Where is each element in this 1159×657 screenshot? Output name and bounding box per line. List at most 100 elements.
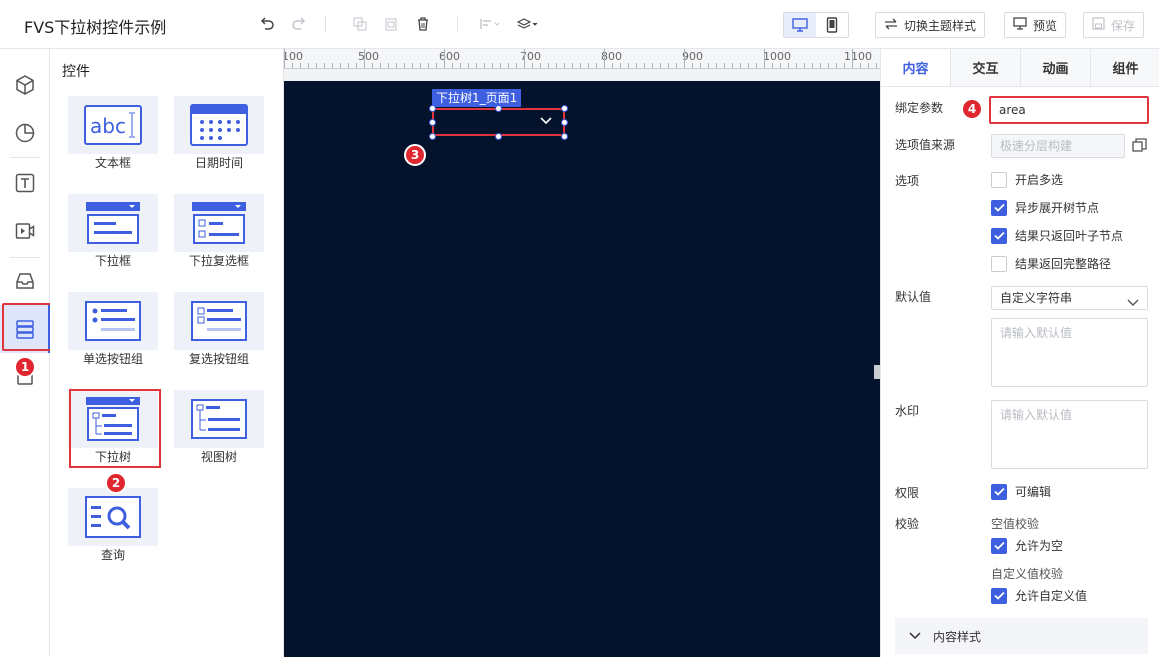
device-toggle xyxy=(783,12,849,38)
properties-panel: 内容 交互 动画 组件 绑定参数 area 选项值来源 极速分层构建 选项 开启… xyxy=(880,49,1159,657)
resize-handle[interactable] xyxy=(429,133,436,140)
resize-handle[interactable] xyxy=(429,119,436,126)
default-value-textarea[interactable]: 请输入默认值 xyxy=(991,318,1148,387)
option-async-expand[interactable]: 异步展开树节点 xyxy=(991,199,1099,216)
ruler-tick xyxy=(668,63,669,68)
control-dropdown-checkbox[interactable]: 下拉复选框 xyxy=(174,194,264,278)
copy-icon[interactable] xyxy=(350,14,370,34)
ruler-tick xyxy=(468,63,469,68)
ruler-tick xyxy=(860,63,861,68)
resize-handle[interactable] xyxy=(429,105,436,112)
ruler-tick xyxy=(828,63,829,68)
validation-label: 校验 xyxy=(895,517,920,531)
pie-chart-icon[interactable] xyxy=(0,109,50,157)
dropdown-tree-component[interactable] xyxy=(432,108,565,136)
watermark-label: 水印 xyxy=(895,404,920,418)
align-icon[interactable] xyxy=(478,14,502,34)
checkbox-checked[interactable] xyxy=(991,537,1007,554)
ruler-tick xyxy=(308,63,309,68)
bind-param-input[interactable]: area xyxy=(989,96,1149,124)
tab-interaction[interactable]: 交互 xyxy=(951,49,1021,86)
checkbox-checked[interactable] xyxy=(991,227,1007,244)
ruler-tick xyxy=(700,63,701,68)
tab-animation[interactable]: 动画 xyxy=(1021,49,1091,86)
option-leaf-only[interactable]: 结果只返回叶子节点 xyxy=(991,227,1123,244)
checkbox-checked[interactable] xyxy=(991,483,1007,500)
control-datetime[interactable]: 日期时间 xyxy=(174,96,264,180)
ruler-tick xyxy=(564,63,565,68)
step-badge-2: 2 xyxy=(105,472,127,494)
option-source-input[interactable]: 极速分层构建 xyxy=(991,134,1125,158)
content-style-section[interactable]: 内容样式 xyxy=(895,618,1148,654)
control-query[interactable]: 查询 xyxy=(68,488,158,572)
desktop-icon[interactable] xyxy=(784,13,816,37)
resize-handle[interactable] xyxy=(561,105,568,112)
ruler-tick xyxy=(428,63,429,68)
allow-empty[interactable]: 允许为空 xyxy=(991,537,1063,554)
ruler-tick xyxy=(740,63,741,68)
ruler-tick xyxy=(836,63,837,68)
tab-component[interactable]: 组件 xyxy=(1091,49,1159,86)
ruler-tick xyxy=(404,63,405,68)
ruler-tick xyxy=(420,63,421,68)
ruler-tick xyxy=(692,63,693,68)
monitor-icon xyxy=(1013,17,1027,33)
text-icon[interactable] xyxy=(0,159,50,207)
watermark-textarea[interactable]: 请输入默认值 xyxy=(991,400,1148,469)
inbox-icon[interactable] xyxy=(0,257,50,305)
control-dropdown[interactable]: 下拉框 xyxy=(68,194,158,278)
ruler-tick xyxy=(460,63,461,68)
resize-handle[interactable] xyxy=(495,133,502,140)
ruler-tick xyxy=(492,63,493,68)
save-icon xyxy=(1092,17,1105,33)
trash-icon[interactable] xyxy=(413,14,433,34)
ruler-tick xyxy=(868,63,869,68)
ruler-tick xyxy=(572,63,573,68)
control-radio-group[interactable]: 单选按钮组 xyxy=(68,292,158,376)
ruler-tick xyxy=(732,63,733,68)
switch-theme-button[interactable]: 切换主题样式 xyxy=(875,12,986,38)
ruler-tick xyxy=(628,63,629,68)
default-type-select[interactable]: 自定义字符串 xyxy=(991,286,1148,310)
save-button[interactable]: 保存 xyxy=(1083,12,1145,38)
ruler-tick xyxy=(636,63,637,68)
checkbox[interactable] xyxy=(991,255,1007,272)
ruler-tick xyxy=(660,63,661,68)
ruler-tick xyxy=(340,63,341,68)
ruler-tick xyxy=(748,63,749,68)
copy-icon[interactable] xyxy=(1132,138,1147,156)
cube-icon[interactable] xyxy=(0,61,50,109)
option-full-path[interactable]: 结果返回完整路径 xyxy=(991,255,1111,272)
resize-handle[interactable] xyxy=(561,119,568,126)
design-canvas[interactable] xyxy=(284,81,880,657)
resize-handle[interactable] xyxy=(495,105,502,112)
redo-icon[interactable] xyxy=(289,14,309,34)
checkbox-checked[interactable] xyxy=(991,199,1007,216)
allow-custom-value[interactable]: 允许自定义值 xyxy=(991,587,1087,604)
video-icon[interactable] xyxy=(0,207,50,255)
checkbox-checked[interactable] xyxy=(991,587,1007,604)
step-badge-1: 1 xyxy=(14,356,36,378)
resize-handle[interactable] xyxy=(561,133,568,140)
ruler-tick xyxy=(476,63,477,68)
layers-icon[interactable] xyxy=(516,14,540,34)
control-textbox[interactable]: abc 文本框 xyxy=(68,96,158,180)
paste-icon[interactable] xyxy=(381,14,401,34)
tab-content[interactable]: 内容 xyxy=(881,49,951,86)
control-checkbox-group[interactable]: 复选按钮组 xyxy=(174,292,264,376)
option-multi-select[interactable]: 开启多选 xyxy=(991,171,1063,188)
checkbox[interactable] xyxy=(991,171,1007,188)
ruler-tick xyxy=(844,63,845,68)
ruler-tick xyxy=(540,63,541,68)
undo-icon[interactable] xyxy=(257,14,277,34)
swap-icon xyxy=(884,18,898,33)
permission-editable[interactable]: 可编辑 xyxy=(991,483,1051,500)
ruler-tick xyxy=(356,63,357,68)
canvas-area: 100 500 600 700 800 900 1000 1100 下拉树1_页… xyxy=(284,49,880,657)
mobile-icon[interactable] xyxy=(816,13,848,37)
ruler-tick xyxy=(796,63,797,68)
left-rail xyxy=(0,49,50,657)
ruler-tick xyxy=(620,63,621,68)
control-view-tree[interactable]: 视图树 xyxy=(174,390,264,474)
preview-button[interactable]: 预览 xyxy=(1004,12,1067,38)
